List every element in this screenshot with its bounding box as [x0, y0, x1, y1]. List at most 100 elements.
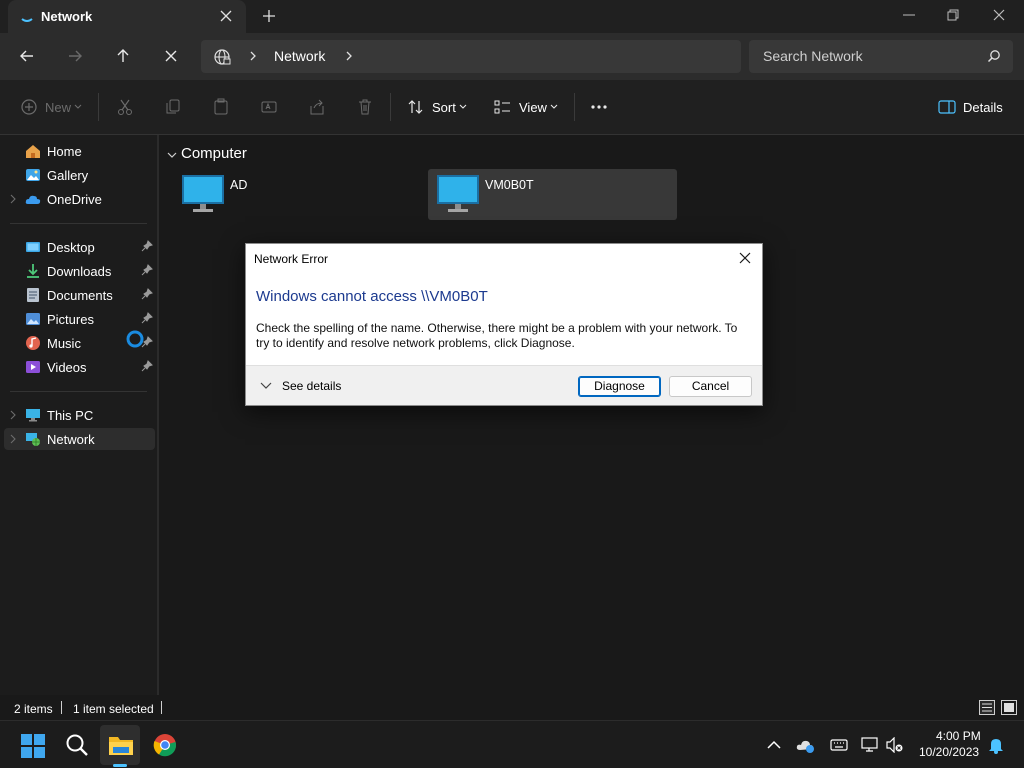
- network-error-dialog: Network Error Windows cannot access \\VM…: [245, 243, 763, 406]
- search-icon[interactable]: [65, 733, 89, 757]
- breadcrumb-network[interactable]: Network: [274, 48, 325, 64]
- chevron-down-icon[interactable]: [167, 151, 177, 159]
- tab-network[interactable]: Network: [8, 0, 246, 33]
- pin-icon[interactable]: [141, 240, 153, 252]
- active-indicator: [113, 764, 127, 767]
- close-tab-icon[interactable]: [219, 9, 233, 23]
- music-folder-icon: [25, 335, 41, 351]
- view-button[interactable]: View: [519, 100, 547, 115]
- keyboard-icon[interactable]: [830, 738, 848, 752]
- divider: [390, 93, 391, 121]
- sidebar-item-label: Network: [47, 432, 95, 447]
- sidebar-item-videos[interactable]: Videos: [4, 356, 155, 378]
- pin-icon[interactable]: [141, 360, 153, 372]
- minimize-button[interactable]: [902, 8, 916, 22]
- chevron-right-icon[interactable]: [344, 51, 354, 61]
- dialog-close-button[interactable]: [738, 251, 752, 265]
- search-input[interactable]: Search Network: [763, 48, 863, 64]
- network-tab-icon: [20, 10, 34, 24]
- clock-date[interactable]: 10/20/2023: [919, 745, 979, 759]
- chevron-right-icon[interactable]: [9, 194, 17, 204]
- copy-icon[interactable]: [164, 98, 182, 116]
- diagnose-button[interactable]: Diagnose: [578, 376, 661, 397]
- videos-folder-icon: [25, 359, 41, 375]
- rename-icon[interactable]: [260, 98, 278, 116]
- file-list[interactable]: Computer AD VM0B0T: [159, 135, 1024, 695]
- chrome-icon[interactable]: [153, 733, 177, 757]
- gallery-icon: [25, 167, 41, 183]
- share-icon[interactable]: [308, 98, 326, 116]
- sidebar-item-gallery[interactable]: Gallery: [4, 164, 155, 186]
- divider: [98, 93, 99, 121]
- see-details-toggle[interactable]: See details: [282, 379, 341, 393]
- sidebar-item-home[interactable]: Home: [4, 140, 155, 162]
- delete-icon[interactable]: [356, 98, 374, 116]
- details-view-icon[interactable]: [979, 700, 995, 715]
- pictures-folder-icon: [25, 311, 41, 327]
- new-tab-button[interactable]: [262, 9, 276, 23]
- new-button[interactable]: New: [45, 100, 71, 115]
- sidebar-item-this-pc[interactable]: This PC: [4, 404, 155, 426]
- search-box[interactable]: Search Network: [749, 40, 1013, 73]
- details-button[interactable]: Details: [963, 100, 1003, 115]
- cut-icon[interactable]: [116, 98, 134, 116]
- restore-button[interactable]: [946, 8, 960, 22]
- sidebar-item-pictures[interactable]: Pictures: [4, 308, 155, 330]
- more-options-icon[interactable]: [590, 104, 608, 110]
- new-icon[interactable]: [20, 98, 38, 116]
- onedrive-sync-icon[interactable]: [796, 737, 816, 753]
- sidebar-item-label: Documents: [47, 288, 113, 303]
- up-button[interactable]: [115, 48, 131, 64]
- sidebar-item-desktop[interactable]: Desktop: [4, 236, 155, 258]
- title-bar: Network: [0, 0, 1024, 33]
- view-icon[interactable]: [494, 98, 512, 116]
- network-item-ad[interactable]: AD: [173, 169, 421, 220]
- item-name: VM0B0T: [485, 178, 534, 192]
- taskbar: 4:00 PM 10/20/2023: [0, 720, 1024, 768]
- item-count: 2 items: [14, 702, 53, 716]
- pin-icon[interactable]: [141, 264, 153, 276]
- paste-icon[interactable]: [212, 98, 230, 116]
- command-bar: New Sort View Details: [0, 80, 1024, 135]
- chevron-right-icon[interactable]: [248, 51, 258, 61]
- details-pane-icon[interactable]: [938, 98, 956, 116]
- display-icon[interactable]: [861, 737, 879, 753]
- volume-muted-icon[interactable]: [886, 737, 904, 753]
- home-icon: [25, 143, 41, 159]
- computer-icon: [181, 174, 225, 214]
- chevron-down-icon[interactable]: [260, 382, 272, 390]
- chevron-right-icon[interactable]: [9, 434, 17, 444]
- back-button[interactable]: [19, 48, 35, 64]
- windows-start-icon[interactable]: [21, 734, 45, 758]
- pin-icon[interactable]: [141, 288, 153, 300]
- chevron-right-icon[interactable]: [9, 410, 17, 420]
- sidebar-item-downloads[interactable]: Downloads: [4, 260, 155, 282]
- tab-title: Network: [41, 9, 93, 24]
- file-explorer-icon[interactable]: [108, 733, 134, 757]
- address-bar[interactable]: Network: [201, 40, 741, 73]
- cancel-button[interactable]: Cancel: [669, 376, 752, 397]
- item-name: AD: [230, 178, 248, 192]
- sort-button[interactable]: Sort: [432, 100, 456, 115]
- sort-icon[interactable]: [407, 98, 425, 116]
- downloads-folder-icon: [25, 263, 41, 279]
- stop-button[interactable]: [163, 48, 179, 64]
- forward-button[interactable]: [67, 48, 83, 64]
- sidebar-item-onedrive[interactable]: OneDrive: [4, 188, 155, 210]
- network-icon: [25, 431, 41, 447]
- sidebar-item-label: Pictures: [47, 312, 94, 327]
- search-icon[interactable]: [987, 49, 1001, 63]
- large-icons-view-icon[interactable]: [1001, 700, 1017, 715]
- network-item-vm0b0t[interactable]: VM0B0T: [428, 169, 677, 220]
- sidebar-item-label: Videos: [47, 360, 87, 375]
- notification-bell-icon[interactable]: [988, 736, 1004, 754]
- chevron-down-icon: [74, 104, 82, 110]
- divider: [574, 93, 575, 121]
- close-window-button[interactable]: [992, 8, 1006, 22]
- pin-icon[interactable]: [141, 312, 153, 324]
- sidebar-item-network[interactable]: Network: [4, 428, 155, 450]
- sidebar-item-documents[interactable]: Documents: [4, 284, 155, 306]
- chevron-up-icon[interactable]: [767, 740, 781, 750]
- clock-time[interactable]: 4:00 PM: [936, 729, 981, 743]
- this-pc-icon: [25, 407, 41, 423]
